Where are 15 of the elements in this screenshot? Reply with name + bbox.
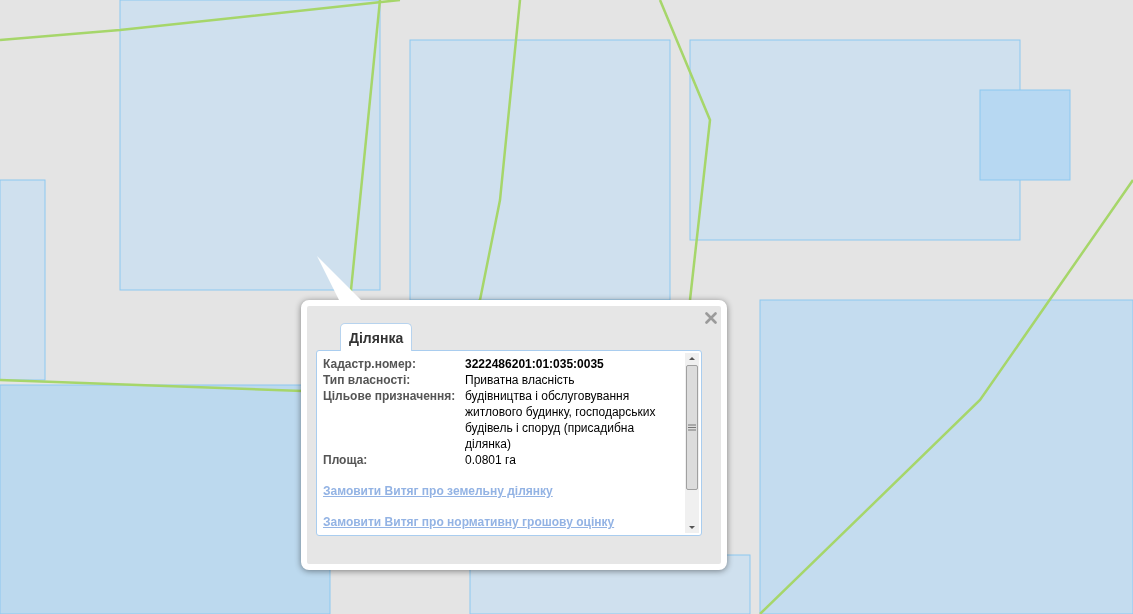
field-value: Приватна власність [465, 372, 576, 388]
link[interactable]: Замовити Витяг про земельну ділянку [323, 483, 553, 499]
close-icon[interactable] [705, 312, 717, 324]
field-label: Кадастр.номер: [323, 356, 417, 372]
link[interactable]: Замовити Витяг про нормативну грошову оцінку [323, 514, 615, 530]
grip-icon [688, 424, 696, 431]
tab[interactable]: Ділянка [340, 323, 413, 351]
field-value: 3222486201:01:035:0035 [465, 356, 605, 372]
field-label: Цільове призначення: [323, 388, 457, 404]
field-value: будівництва і обслуговування житлового будинку, господарських будівель і споруд (присадибна ділянка) [465, 388, 657, 452]
scrollbar[interactable] [685, 353, 699, 533]
field-label: Тип власності: [323, 372, 412, 388]
scroll-thumb[interactable] [686, 365, 698, 490]
field-value: 0.0801 га [465, 452, 517, 468]
field-label: Площа: [323, 452, 369, 468]
